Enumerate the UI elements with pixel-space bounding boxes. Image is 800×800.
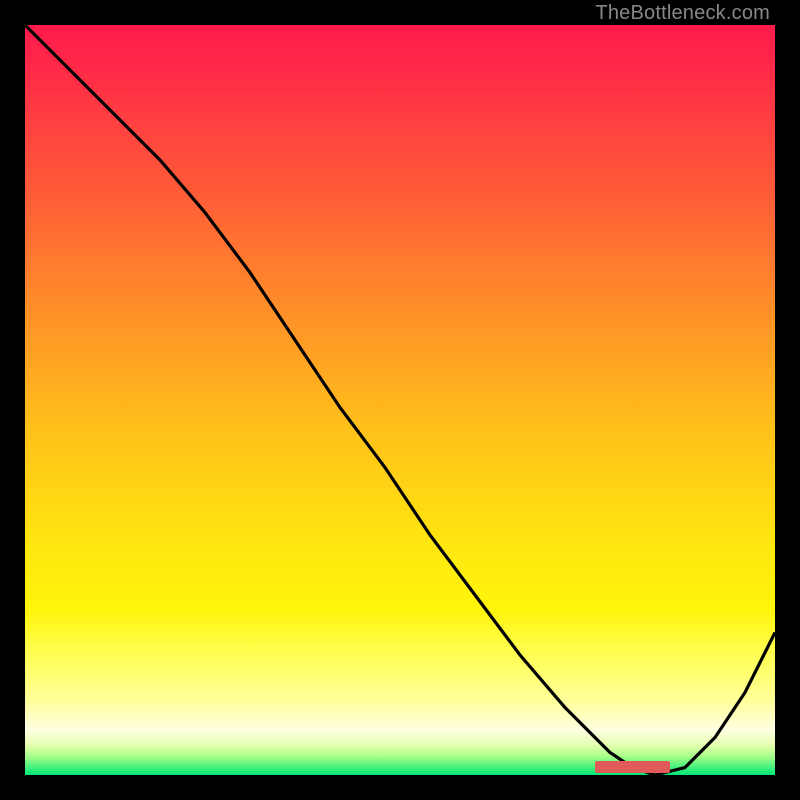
chart-frame: TheBottleneck.com bbox=[0, 0, 800, 800]
minimum-marker bbox=[595, 761, 670, 773]
watermark-text: TheBottleneck.com bbox=[595, 2, 770, 25]
bottleneck-curve bbox=[25, 25, 775, 775]
plot-area bbox=[25, 25, 775, 775]
curve-path bbox=[25, 25, 775, 775]
